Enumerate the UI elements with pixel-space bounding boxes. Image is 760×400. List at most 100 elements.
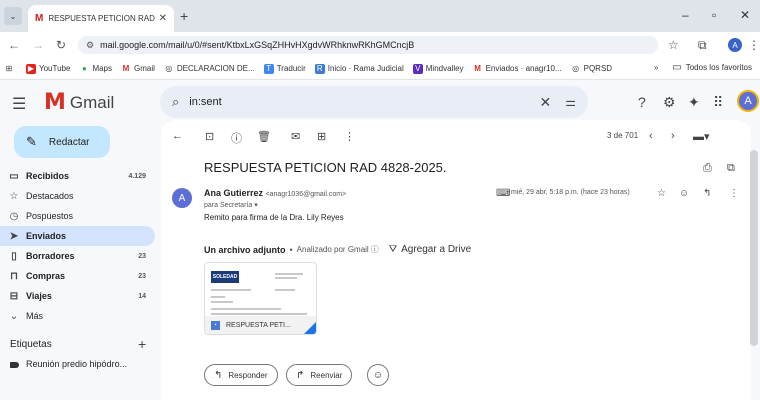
- nav-item-borradores[interactable]: ▯ Borradores 23: [0, 246, 155, 266]
- search-icon[interactable]: ⌕: [172, 94, 179, 110]
- star-message-icon[interactable]: ☆: [657, 188, 666, 199]
- more-options-icon[interactable]: ⋮: [344, 130, 355, 143]
- recipient-line[interactable]: para Secretaría ▾: [204, 201, 258, 209]
- back-to-list-icon[interactable]: ←: [172, 130, 183, 142]
- reload-icon[interactable]: ↻: [56, 38, 66, 52]
- new-tab-button[interactable]: +: [180, 8, 188, 24]
- older-icon[interactable]: ›: [671, 130, 675, 142]
- extensions-icon[interactable]: ⧉: [698, 38, 707, 53]
- browser-profile-avatar[interactable]: A: [728, 38, 742, 52]
- reply-button[interactable]: ↰ Responder: [204, 364, 278, 386]
- bookmark-traducir[interactable]: T Traducir: [263, 63, 306, 74]
- pdf-icon: ▪: [211, 320, 220, 330]
- nav-item-destacados[interactable]: ☆ Destacados: [0, 186, 155, 206]
- bookmark-youtube[interactable]: ▶ YouTube: [26, 63, 70, 74]
- info-icon[interactable]: ⓘ: [371, 244, 379, 255]
- bookmark-maps[interactable]: ● Maps: [79, 64, 112, 74]
- restore-icon[interactable]: ▫: [712, 8, 716, 22]
- translate-icon: T: [263, 63, 274, 74]
- url-bar[interactable]: ⚙ mail.google.com/mail/u/0/#sent/KtbxLxG…: [78, 36, 658, 54]
- add-to-drive-link[interactable]: Agregar a Drive: [401, 244, 471, 255]
- report-spam-icon[interactable]: ⓘ: [231, 130, 242, 146]
- message-more-icon[interactable]: ⋮: [729, 188, 739, 199]
- sender-line: Ana Gutierrez <anagr1036@gmail.com>: [204, 188, 346, 198]
- gmail-logo-text: Gmail: [69, 92, 115, 112]
- forward-arrow-icon: ↱: [296, 369, 305, 381]
- bookmark-rama-judicial[interactable]: R Inicio · Rama Judicial: [314, 63, 404, 74]
- sender-name[interactable]: Ana Gutierrez: [204, 188, 263, 198]
- overflow-chevron-icon[interactable]: »: [654, 63, 658, 72]
- print-icon[interactable]: ⎙: [703, 162, 712, 175]
- mark-unread-icon[interactable]: ✉: [291, 130, 300, 143]
- bookmarks-bar: ⊞ ▶ YouTube ● Maps M Gmail ◎ DECLARACION DE.…: [0, 58, 760, 80]
- bookmark-enviados[interactable]: M Enviados · anagr10...: [473, 64, 561, 74]
- thumb-line: [211, 313, 307, 315]
- close-tab-icon[interactable]: ✕: [159, 13, 167, 24]
- back-icon[interactable]: ←: [8, 38, 20, 52]
- forward-button[interactable]: ↱ Reenviar: [286, 364, 353, 386]
- add-label-icon[interactable]: +: [138, 336, 146, 352]
- nav-item-viajes[interactable]: ⊟ Viajes 14: [0, 286, 155, 306]
- apps-grid-icon[interactable]: ⠿: [713, 94, 723, 111]
- emoji-react-icon[interactable]: ☺: [679, 188, 689, 199]
- archive-icon[interactable]: ⊡: [205, 130, 214, 143]
- snooze-icon[interactable]: ⊞: [317, 130, 326, 143]
- nav-item-recibidos[interactable]: ▭ Recibidos 4.129: [0, 166, 155, 186]
- search-bar[interactable]: ⌕ in:sent ✕ ⚌: [160, 86, 588, 118]
- bookmark-pqrsd[interactable]: ◎ PQRSD: [571, 64, 612, 74]
- pencil-icon: ✎: [26, 134, 37, 149]
- nav-item-compras[interactable]: ⊓ Compras 23: [0, 266, 155, 286]
- newer-icon[interactable]: ‹: [649, 130, 653, 142]
- browser-menu-icon[interactable]: ⋮: [748, 38, 760, 52]
- thumb-line: [211, 296, 225, 298]
- nav-item-mas[interactable]: ⌄ Más: [0, 306, 155, 326]
- gemini-sparkle-icon[interactable]: ✦: [688, 94, 700, 111]
- search-input[interactable]: in:sent: [189, 96, 539, 108]
- account-avatar[interactable]: A: [737, 90, 759, 112]
- message-subject: RESPUESTA PETICION RAD 4828-2025.: [204, 160, 447, 175]
- input-tools-icon[interactable]: ▬▾: [693, 130, 710, 143]
- attachment-thumbnail[interactable]: SOLEDAD ▪ RESPUESTA PETI...: [204, 262, 317, 335]
- page-scrollbar[interactable]: [750, 150, 758, 346]
- site-info-icon[interactable]: ⚙: [86, 40, 94, 51]
- search-options-icon[interactable]: ⚌: [565, 95, 576, 109]
- forward-icon[interactable]: →: [32, 38, 44, 52]
- attachment-clip-icon: ⌨: [496, 188, 511, 199]
- minimize-icon[interactable]: –: [682, 8, 689, 22]
- bookmark-star-icon[interactable]: ☆: [668, 38, 679, 52]
- label-item[interactable]: Reunión predio hipódro...: [26, 359, 127, 369]
- close-window-icon[interactable]: ✕: [740, 8, 750, 22]
- message-pane: ← ⊡ ⓘ 🗑 ✉ ⊞ ⋮ 3 de 701 ‹ › ▬▾ RESPUESTA …: [161, 120, 751, 400]
- settings-gear-icon[interactable]: ⚙: [663, 94, 676, 111]
- add-to-drive-icon[interactable]: ⛛: [389, 244, 397, 255]
- send-icon: ➤: [9, 230, 19, 242]
- gmail-favicon-icon: M: [35, 13, 44, 24]
- thumb-line: [211, 289, 251, 291]
- tab-search-button[interactable]: ⌄: [4, 7, 22, 25]
- gmail-icon: M: [122, 63, 130, 73]
- nav-item-enviados[interactable]: ➤ Enviados: [0, 226, 155, 246]
- pager-text: 3 de 701: [607, 131, 639, 140]
- bookmark-declaracion[interactable]: ◎ DECLARACION DE...: [164, 64, 254, 74]
- main-menu-icon[interactable]: ☰: [12, 94, 26, 114]
- tab-title: RESPUESTA PETICION RAD 482: [48, 14, 155, 23]
- gmail-logo[interactable]: M Gmail: [44, 90, 114, 115]
- page-fold-icon: [304, 322, 316, 334]
- delete-icon[interactable]: 🗑: [257, 130, 271, 143]
- nav-item-pospuestos[interactable]: ◷ Pospuestos: [0, 206, 155, 226]
- thumb-line: [275, 273, 303, 275]
- bookmark-gmail[interactable]: M Gmail: [121, 64, 155, 74]
- bookmark-mindvalley[interactable]: V Mindvalley: [412, 63, 464, 74]
- emoji-button[interactable]: ☺: [367, 364, 389, 386]
- thumb-line: [211, 308, 281, 310]
- clear-search-icon[interactable]: ✕: [540, 94, 552, 111]
- bookmark-apps[interactable]: ⊞: [4, 64, 17, 74]
- compose-button[interactable]: ✎ Redactar: [14, 126, 110, 158]
- labels-heading: Etiquetas: [10, 339, 52, 350]
- open-new-window-icon[interactable]: ⧉: [727, 162, 735, 175]
- reply-icon[interactable]: ↰: [703, 188, 711, 199]
- all-bookmarks[interactable]: » ▭ Todos los favoritos: [654, 62, 752, 73]
- help-icon[interactable]: ?: [638, 94, 646, 110]
- browser-tab[interactable]: M RESPUESTA PETICION RAD 482 ✕: [28, 5, 174, 32]
- soledad-logo: SOLEDAD: [211, 271, 239, 283]
